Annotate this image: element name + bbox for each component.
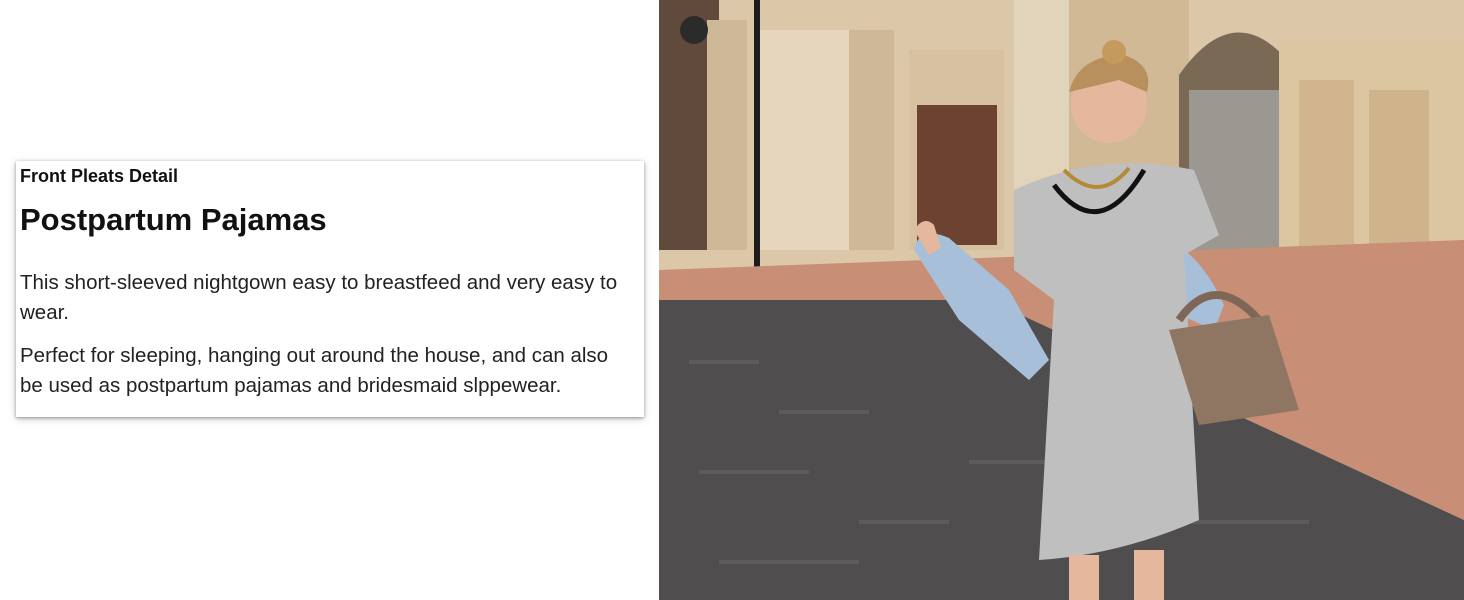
product-photo	[659, 0, 1464, 600]
feature-description-1: This short-sleeved nightgown easy to bre…	[20, 271, 618, 324]
product-photo-icon	[659, 0, 1464, 600]
feature-description-2: Perfect for sleeping, hanging out around…	[20, 344, 609, 397]
feature-text-card: Front Pleats Detail Postpartum Pajamas T…	[16, 161, 644, 417]
feature-title: Postpartum Pajamas	[20, 202, 327, 237]
feature-kicker: Front Pleats Detail	[20, 166, 179, 186]
product-feature-banner: Front Pleats Detail Postpartum Pajamas T…	[0, 0, 1464, 600]
